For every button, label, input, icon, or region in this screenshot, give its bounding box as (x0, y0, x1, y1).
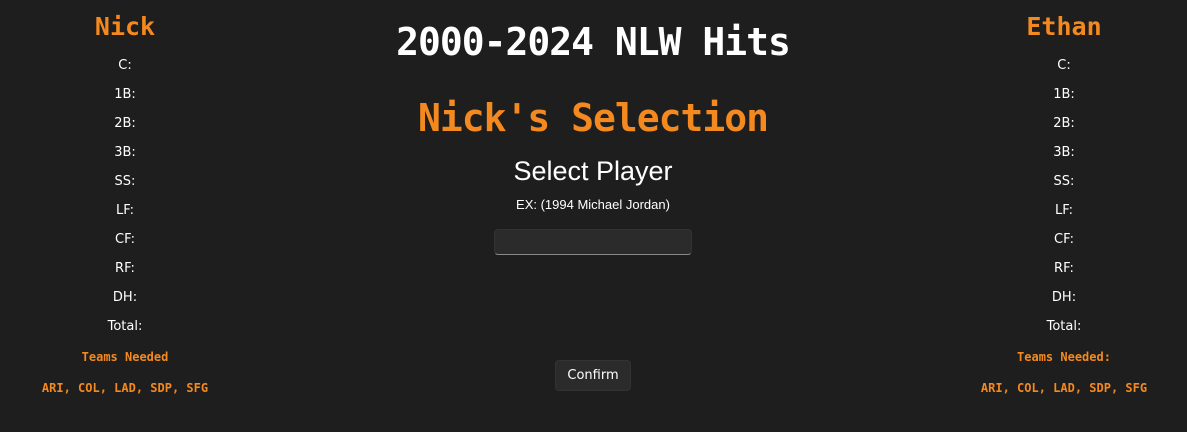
left-player-name: Nick (94, 12, 156, 41)
center-panel: 2000-2024 NLW Hits Nick's Selection Sele… (343, 0, 843, 257)
right-player-panel: Ethan C: 1B: 2B: 3B: SS: LF: CF: RF: DH:… (969, 0, 1159, 396)
left-position-2b: 2B: (114, 116, 136, 131)
player-search-input[interactable] (494, 229, 692, 255)
left-position-dh: DH: (112, 290, 138, 305)
example-hint: EX: (1994 Michael Jordan) (516, 197, 670, 212)
player-input-wrapper (343, 229, 843, 257)
left-position-c: C: (118, 58, 132, 73)
right-position-1b: 1B: (1053, 87, 1075, 102)
left-player-panel: Nick C: 1B: 2B: 3B: SS: LF: CF: RF: DH: … (30, 0, 220, 396)
left-position-cf: CF: (115, 232, 135, 247)
right-player-name: Ethan (1026, 12, 1102, 41)
left-position-lf: LF: (115, 203, 135, 218)
right-position-cf: CF: (1054, 232, 1074, 247)
right-position-2b: 2B: (1053, 116, 1075, 131)
confirm-wrapper: Confirm (343, 360, 843, 391)
right-position-lf: LF: (1054, 203, 1074, 218)
right-positions-list: C: 1B: 2B: 3B: SS: LF: CF: RF: DH: Total… (969, 51, 1159, 341)
right-teams-needed-list: ARI, COL, LAD, SDP, SFG (980, 381, 1148, 395)
left-positions-list: C: 1B: 2B: 3B: SS: LF: CF: RF: DH: Total… (30, 51, 220, 341)
left-position-ss: SS: (114, 174, 136, 189)
right-position-3b: 3B: (1053, 145, 1075, 160)
right-position-total: Total: (1046, 319, 1082, 334)
confirm-button[interactable]: Confirm (555, 360, 631, 391)
selection-title: Nick's Selection (417, 96, 769, 140)
left-teams-needed-label: Teams Needed (81, 350, 169, 364)
right-position-c: C: (1057, 58, 1071, 73)
left-position-1b: 1B: (114, 87, 136, 102)
right-position-rf: RF: (1054, 261, 1074, 276)
left-teams-needed-list: ARI, COL, LAD, SDP, SFG (41, 381, 209, 395)
right-position-dh: DH: (1051, 290, 1077, 305)
left-position-3b: 3B: (114, 145, 136, 160)
right-teams-needed-label: Teams Needed: (1017, 350, 1111, 364)
left-position-rf: RF: (115, 261, 135, 276)
page-title: 2000-2024 NLW Hits (396, 20, 791, 64)
right-position-ss: SS: (1053, 174, 1075, 189)
left-position-total: Total: (107, 319, 143, 334)
select-player-heading: Select Player (513, 156, 673, 186)
